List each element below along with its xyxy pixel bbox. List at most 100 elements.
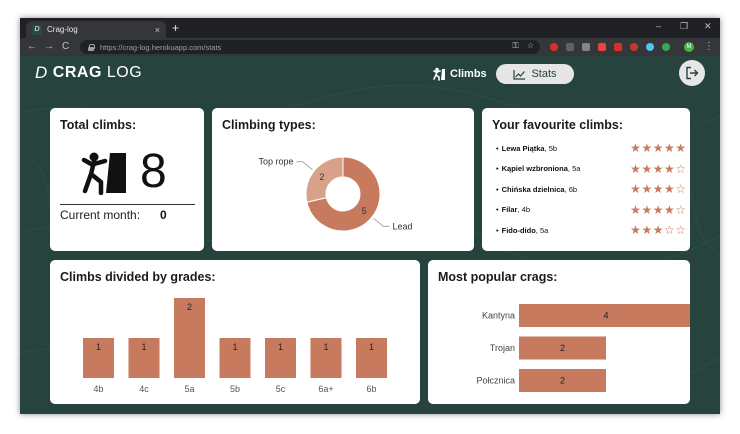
bar-value-label: 2: [187, 302, 192, 312]
climb-name: Filar: [501, 205, 518, 215]
favourite-climb-row[interactable]: • Fido-dido, 5a ★ ★ ★ ☆ ☆: [496, 220, 686, 241]
climbing-types-chart: 2 Top rope 5 Lead: [258, 156, 413, 232]
total-climbs-card: Total climbs: 8 Current month: 0: [50, 108, 204, 251]
app-logo[interactable]: D CRAG LOG: [35, 63, 142, 83]
favourite-climb-row[interactable]: • Kąpiel wzbroniona, 5a ★ ★ ★ ★ ☆: [496, 159, 686, 180]
divider: [60, 204, 195, 205]
forward-button[interactable]: →: [44, 40, 54, 54]
climber-wall-icon: [81, 152, 126, 195]
bar-value-label: 1: [278, 342, 283, 352]
favourite-climb-row[interactable]: • Filar, 4b ★ ★ ★ ★ ☆: [496, 200, 686, 221]
current-month-label: Current month:: [60, 208, 141, 222]
star-filled-icon: ★: [652, 223, 664, 238]
profile-avatar[interactable]: M: [684, 42, 694, 52]
logout-icon: [686, 66, 699, 80]
crags-card: Most popular crags: 4 Kantyna 2 Trojan 2 Połc…: [428, 260, 690, 404]
bar-value-label: 1: [141, 342, 146, 352]
slice-value-label: 5: [362, 206, 367, 216]
climb-grade: , 4b: [517, 205, 530, 215]
favourite-climb-row[interactable]: • Chińska dzielnica, 6b ★ ★ ★ ★ ☆: [496, 179, 686, 200]
star-filled-icon: ★: [630, 223, 641, 238]
favicon-icon: D: [32, 24, 42, 35]
nav-stats-label: Stats: [531, 68, 557, 80]
key-icon[interactable]: ⚿: [513, 41, 519, 50]
star-filled-icon: ★: [675, 141, 686, 156]
extension-react-icon[interactable]: [646, 43, 654, 51]
star-filled-icon: ★: [641, 223, 653, 238]
star-empty-icon: ☆: [663, 223, 675, 238]
minimize-button[interactable]: –: [656, 21, 661, 31]
extension-badge-icon[interactable]: [614, 43, 622, 51]
logo-mark: D: [35, 63, 48, 82]
logo-text-bold: CRAG: [52, 64, 102, 81]
x-tick-label: 5c: [276, 384, 286, 394]
browser-window: D Crag-log × + – ❐ ✕ ← → C https://crag-…: [20, 18, 720, 414]
x-tick-label: 5b: [230, 384, 240, 394]
crags-chart: 4 Kantyna 2 Trojan 2 Połcznica: [476, 304, 690, 392]
reload-button[interactable]: C: [62, 40, 69, 54]
star-rating: ★ ★ ★ ★ ☆: [630, 204, 686, 216]
current-month-value: 0: [160, 208, 167, 222]
bullet: •: [496, 184, 499, 194]
bar-value-label: 1: [369, 342, 374, 352]
slice-category-label: Lead: [392, 221, 412, 231]
star-filled-icon: ★: [630, 182, 641, 197]
app-page: D CRAG LOG Climbs Stats Total climbs: 8 …: [20, 56, 720, 414]
climb-name: Lewa Piątka: [501, 143, 545, 153]
bar-value-label: 2: [560, 343, 565, 353]
pie-slice: [305, 156, 344, 203]
climb-name: Chińska dzielnica: [501, 184, 565, 194]
star-filled-icon: ★: [663, 141, 675, 156]
bar-value-label: 4: [603, 311, 608, 321]
star-filled-icon: ★: [663, 182, 675, 197]
x-tick-label: 5a: [184, 384, 194, 394]
leader-line: [296, 161, 313, 170]
extension-script-icon[interactable]: [566, 43, 574, 51]
extension-green-icon[interactable]: [662, 43, 670, 51]
star-filled-icon: ★: [641, 141, 653, 156]
favourite-climbs-card: Your favourite climbs: • Lewa Piątka, 5b ★…: [482, 108, 690, 251]
extension-heart-icon[interactable]: [630, 43, 638, 51]
bullet: •: [496, 225, 499, 235]
back-button[interactable]: ←: [27, 40, 37, 54]
star-rating: ★ ★ ★ ★ ★: [630, 142, 686, 154]
tab-close-icon[interactable]: ×: [155, 25, 160, 35]
browser-tab[interactable]: D Crag-log ×: [26, 21, 166, 38]
extension-calendar-icon[interactable]: [598, 43, 606, 51]
star-filled-icon: ★: [663, 202, 675, 217]
star-filled-icon: ★: [663, 161, 675, 176]
logout-button[interactable]: [679, 60, 705, 86]
close-window-button[interactable]: ✕: [704, 21, 712, 32]
tab-title: Crag-log: [47, 25, 78, 34]
nav-stats-link[interactable]: Stats: [496, 64, 574, 84]
climb-grade: , 6b: [564, 184, 578, 194]
favourite-climb-row[interactable]: • Lewa Piątka, 5b ★ ★ ★ ★ ★: [496, 138, 686, 159]
bullet: •: [496, 143, 499, 153]
extension-shield-icon[interactable]: [550, 43, 558, 51]
climber-icon: [433, 67, 445, 81]
star-filled-icon: ★: [652, 202, 664, 217]
star-empty-icon: ☆: [675, 223, 686, 238]
bar-value-label: 1: [323, 342, 328, 352]
climb-name: Fido-dido: [501, 225, 536, 235]
bar-value-label: 1: [232, 342, 237, 352]
star-filled-icon: ★: [652, 161, 664, 176]
x-tick-label: 6a+: [318, 384, 333, 394]
browser-toolbar: ← → C https://crag-log.herokuapp.com/sta…: [20, 38, 720, 56]
bookmark-star-icon[interactable]: ☆: [527, 41, 534, 50]
climbing-types-card: Climbing types: 2 Top rope 5 Lead: [212, 108, 474, 251]
browser-menu-icon[interactable]: ⋮: [704, 40, 714, 54]
star-empty-icon: ☆: [675, 161, 686, 176]
maximize-button[interactable]: ❐: [680, 21, 688, 32]
star-rating: ★ ★ ★ ★ ☆: [630, 163, 686, 175]
star-filled-icon: ★: [630, 161, 641, 176]
nav-climbs-link[interactable]: Climbs: [432, 64, 487, 84]
star-rating: ★ ★ ★ ★ ☆: [630, 183, 686, 195]
card-title: Total climbs:: [60, 118, 137, 132]
star-filled-icon: ★: [652, 141, 664, 156]
y-tick-label: Kantyna: [482, 311, 515, 321]
star-rating: ★ ★ ★ ☆ ☆: [630, 224, 686, 236]
extension-pencil-icon[interactable]: [582, 43, 590, 51]
new-tab-button[interactable]: +: [172, 21, 179, 35]
address-bar[interactable]: https://crag-log.herokuapp.com/stats ⚿ ☆: [80, 40, 540, 54]
